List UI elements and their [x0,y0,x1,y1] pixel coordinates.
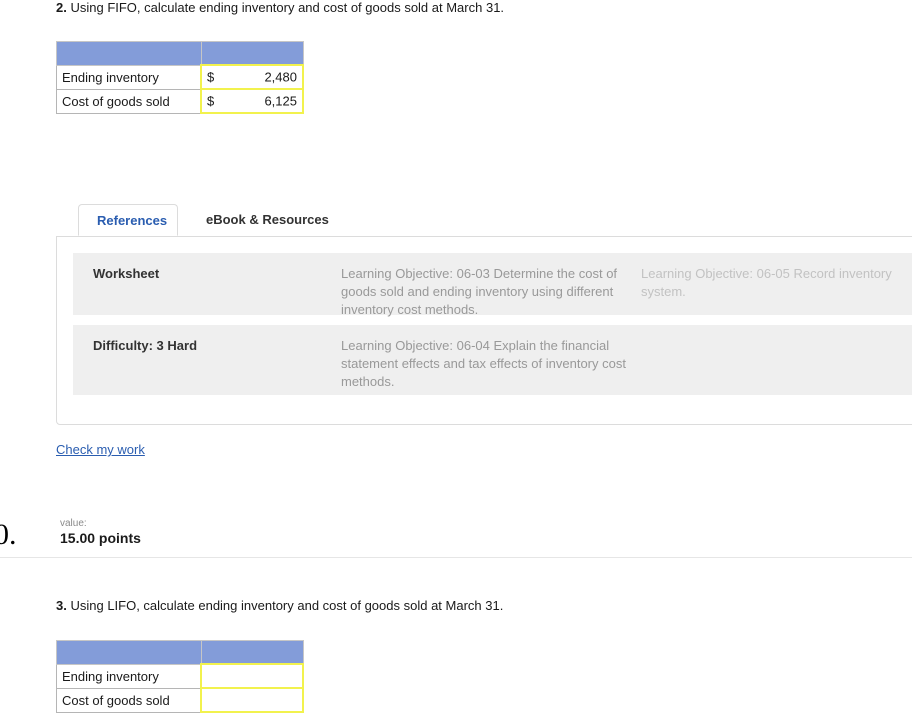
lifo-question-body: Using LIFO, calculate ending inventory a… [70,598,504,613]
fifo-input-cost-of-goods-sold[interactable]: $ 6,125 [200,88,304,114]
lifo-input-cost-of-goods-sold[interactable] [200,687,304,713]
lifo-question-prompt: 3. Using LIFO, calculate ending inventor… [56,598,503,614]
reference-row-title: Difficulty: 3 Hard [93,338,198,353]
fifo-input-ending-inventory[interactable]: $ 2,480 [200,64,304,90]
currency-symbol: $ [207,69,215,85]
table-row: Cost of goods sold [56,687,304,713]
question-points-value: 15.00 points [60,530,141,546]
currency-symbol: $ [207,93,215,109]
tab-references-label: References [97,213,168,228]
section-divider [0,557,912,558]
reference-row-title: Worksheet [93,266,160,281]
tab-ebook-and-resources-label: eBook & Resources [206,212,329,227]
reference-learning-objective-secondary [641,337,912,383]
lifo-header-cell-value [200,640,304,665]
question-number-badge: 0. [0,518,17,551]
check-my-work-link[interactable]: Check my work [56,442,145,457]
reference-row-worksheet: Worksheet Learning Objective: 06-03 Dete… [73,253,912,317]
reference-learning-objective-secondary: Learning Objective: 06-05 Record invento… [641,266,892,299]
tab-references[interactable]: References [78,204,178,236]
fifo-header-cell-label [56,41,202,66]
fifo-question-number: 2. [56,0,67,15]
fifo-row-label-cost-of-goods-sold: Cost of goods sold [56,88,202,114]
lifo-question-number: 3. [56,598,67,613]
fifo-value-cost-of-goods-sold: 6,125 [264,93,297,109]
question-value-label: value: [60,518,87,529]
table-row: Ending inventory $ 2,480 [56,64,304,90]
fifo-question-body: Using FIFO, calculate ending inventory a… [70,0,505,15]
references-tablist: References eBook & Resources [56,204,912,237]
lifo-answer-table: Ending inventory Cost of goods sold [56,640,304,713]
table-row: Ending inventory [56,663,304,689]
fifo-answer-table: Ending inventory $ 2,480 Cost of goods s… [56,41,304,114]
fifo-header-cell-value [200,41,304,66]
question-header: 0. value: 15.00 points [0,518,912,558]
reference-learning-objective-primary: Learning Objective: 06-04 Explain the fi… [341,338,626,389]
tab-ebook-and-resources[interactable]: eBook & Resources [188,204,347,236]
lifo-input-ending-inventory[interactable] [200,663,304,689]
table-row: Cost of goods sold $ 6,125 [56,88,304,114]
references-panel-wrapper: References eBook & Resources Worksheet L… [56,204,912,425]
table-header-row [56,41,304,66]
lifo-row-label-cost-of-goods-sold: Cost of goods sold [56,687,202,713]
fifo-row-label-ending-inventory: Ending inventory [56,64,202,90]
reference-row-difficulty: Difficulty: 3 Hard Learning Objective: 0… [73,325,912,395]
references-panel: Worksheet Learning Objective: 06-03 Dete… [56,236,912,425]
fifo-value-ending-inventory: 2,480 [264,69,297,85]
table-header-row [56,640,304,665]
fifo-question-prompt: 2. Using FIFO, calculate ending inventor… [56,0,504,16]
lifo-row-label-ending-inventory: Ending inventory [56,663,202,689]
lifo-header-cell-label [56,640,202,665]
reference-learning-objective-primary: Learning Objective: 06-03 Determine the … [341,266,618,317]
